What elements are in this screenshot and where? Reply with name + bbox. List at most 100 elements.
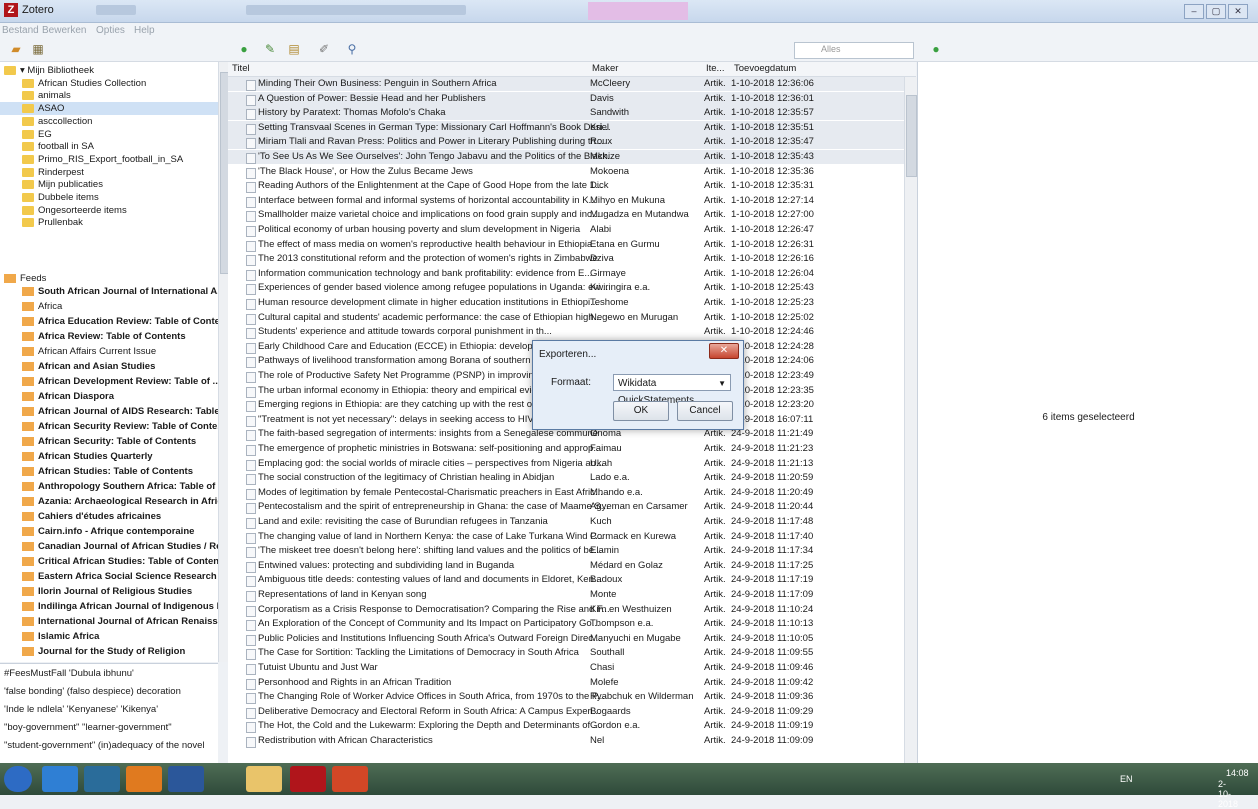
item-row[interactable]: Setting Transvaal Scenes in German Type:…	[228, 120, 904, 135]
feed-item[interactable]: South African Journal of International A…	[0, 285, 218, 298]
clock-date[interactable]: 2-10-2018	[1218, 779, 1238, 809]
collection-item[interactable]: African Studies Collection	[0, 77, 218, 90]
item-row[interactable]: 'The miskeet tree doesn't belong here': …	[228, 544, 904, 559]
feed-item[interactable]: Journal for the Study of Religion	[0, 645, 218, 658]
item-row[interactable]: Information communication technology and…	[228, 267, 904, 281]
item-row[interactable]: Ambiguous title deeds: contesting values…	[228, 573, 904, 588]
menu-bewerken[interactable]: Bewerken	[42, 25, 86, 36]
feed-item[interactable]: Canadian Journal of African Studies / Re…	[0, 540, 218, 553]
feed-item[interactable]: Anthropology Southern Africa: Table of .…	[0, 480, 218, 493]
explorer-icon[interactable]	[246, 766, 282, 792]
item-row[interactable]: 'The Black House', or How the Zulus Beca…	[228, 165, 904, 179]
item-row[interactable]: Students' experience and attitude toward…	[228, 325, 904, 340]
scrollbar-thumb[interactable]	[906, 95, 917, 177]
item-row[interactable]: Redistribution with African Characterist…	[228, 734, 904, 748]
collection-item[interactable]: animals	[0, 89, 218, 102]
feed-item[interactable]: African Diaspora	[0, 390, 218, 403]
outlook-icon[interactable]	[126, 766, 162, 792]
item-row[interactable]: The 2013 constitutional reform and the p…	[228, 252, 904, 267]
item-row[interactable]: Tutuist Ubuntu and Just War Chasi Artik...…	[228, 661, 904, 675]
feed-item[interactable]: Azania: Archaeological Research in Afric…	[0, 495, 218, 508]
item-row[interactable]: The social construction of the legitimac…	[228, 471, 904, 486]
item-row[interactable]: An Exploration of the Concept of Communi…	[228, 617, 904, 632]
tag-row[interactable]: 'false bonding' (falso despiece) decorat…	[4, 686, 181, 697]
item-row[interactable]: Experiences of gender based violence amo…	[228, 281, 904, 296]
item-row[interactable]: Pentecostalism and the spirit of entrepr…	[228, 500, 904, 515]
feed-item[interactable]: International Journal of African Renaiss…	[0, 615, 218, 628]
collection-item[interactable]: ASAO	[0, 102, 218, 116]
collection-item[interactable]: asccollection	[0, 115, 218, 128]
library-root[interactable]: ▾ Mijn Bibliotheek	[0, 64, 218, 77]
item-row[interactable]: Public Policies and Institutions Influen…	[228, 632, 904, 646]
column-title[interactable]: Titel	[232, 63, 250, 74]
start-button-icon[interactable]	[4, 766, 32, 792]
feed-item[interactable]: Cahiers d'études africaines	[0, 510, 218, 523]
clock-time[interactable]: 14:08	[1226, 768, 1249, 778]
collection-item[interactable]: Rinderpest	[0, 166, 218, 179]
attachment-icon[interactable]: ✐	[316, 42, 332, 57]
item-row[interactable]: Cultural capital and students' academic …	[228, 311, 904, 325]
dialog-close-button[interactable]: ✕	[709, 343, 739, 359]
ie-icon[interactable]	[42, 766, 78, 792]
library-actions-icon[interactable]: ▦	[30, 42, 46, 57]
feed-item[interactable]: African Studies Quarterly	[0, 450, 218, 463]
maximize-button[interactable]: ▢	[1206, 4, 1226, 19]
item-row[interactable]: The Changing Role of Worker Advice Offic…	[228, 690, 904, 705]
special-collection-item[interactable]: Prullenbak	[0, 216, 218, 229]
add-by-identifier-icon[interactable]: ✎	[262, 42, 278, 57]
item-row[interactable]: The Hot, the Cold and the Lukewarm: Expl…	[228, 719, 904, 734]
item-row[interactable]: Personhood and Rights in an African Trad…	[228, 676, 904, 690]
feed-item[interactable]: African Development Review: Table of ...	[0, 375, 218, 388]
format-select[interactable]: Wikidata QuickStatements ▼	[613, 374, 731, 406]
item-row[interactable]: Political economy of urban housing pover…	[228, 223, 904, 237]
media-player-icon[interactable]	[84, 766, 120, 792]
close-button[interactable]: ✕	[1228, 4, 1248, 19]
cancel-button[interactable]: Cancel	[677, 401, 733, 421]
item-row[interactable]: The emergence of prophetic ministries in…	[228, 442, 904, 456]
collection-item[interactable]: football in SA	[0, 140, 218, 153]
menu-help[interactable]: Help	[134, 25, 155, 36]
zotero-task-icon[interactable]	[290, 766, 326, 792]
feed-item[interactable]: Cairn.info - Afrique contemporaine	[0, 525, 218, 538]
feed-item[interactable]: African Studies: Table of Contents	[0, 465, 218, 478]
item-row[interactable]: Corporatism as a Crisis Response to Demo…	[228, 603, 904, 617]
new-note-icon[interactable]: ▤	[286, 42, 302, 57]
sync-icon[interactable]: ●	[928, 42, 944, 57]
language-indicator[interactable]: EN	[1120, 774, 1133, 784]
items-scrollbar[interactable]	[904, 77, 917, 763]
tag-row[interactable]: "boy-government" "learner-government"	[4, 722, 172, 733]
feed-item[interactable]: Ilorin Journal of Religious Studies	[0, 585, 218, 598]
item-row[interactable]: Miriam Tlali and Ravan Press: Politics a…	[228, 135, 904, 150]
special-collection-item[interactable]: Ongesorteerde items	[0, 204, 218, 217]
item-row[interactable]: The Case for Sortition: Tackling the Lim…	[228, 646, 904, 661]
feed-item[interactable]: Africa Education Review: Table of Conte.…	[0, 315, 218, 328]
menu-opties[interactable]: Opties	[96, 25, 125, 36]
item-row[interactable]: Deliberative Democracy and Electoral Ref…	[228, 705, 904, 719]
feed-item[interactable]: Critical African Studies: Table of Conte…	[0, 555, 218, 568]
item-row[interactable]: Reading Authors of the Enlightenment at …	[228, 179, 904, 194]
item-row[interactable]: The effect of mass media on women's repr…	[228, 238, 904, 252]
item-row[interactable]: Entwined values: protecting and subdivid…	[228, 559, 904, 573]
tag-row[interactable]: #FeesMustFall 'Dubula ibhunu'	[4, 668, 134, 679]
feed-item[interactable]: African Security Review: Table of Conte.…	[0, 420, 218, 433]
powerpoint-icon[interactable]	[332, 766, 368, 792]
word-icon[interactable]	[168, 766, 204, 792]
search-input[interactable]: Alles	[794, 42, 914, 59]
item-row[interactable]: Smallholder maize varietal choice and im…	[228, 208, 904, 223]
item-row[interactable]: 'To See Us As We See Ourselves': John Te…	[228, 150, 904, 164]
item-row[interactable]: Minding Their Own Business: Penguin in S…	[228, 77, 904, 91]
new-item-icon[interactable]: ●	[236, 42, 252, 57]
new-collection-icon[interactable]: ▰	[8, 42, 24, 57]
item-row[interactable]: Emplacing god: the social worlds of mira…	[228, 457, 904, 471]
minimize-button[interactable]: –	[1184, 4, 1204, 19]
feed-item[interactable]: African Journal of AIDS Research: Table …	[0, 405, 218, 418]
tag-row[interactable]: 'Inde le ndlela' 'Kenyanese' 'Kikenya'	[4, 704, 158, 715]
item-row[interactable]: History by Paratext: Thomas Mofolo's Cha…	[228, 106, 904, 121]
item-row[interactable]: A Question of Power: Bessie Head and her…	[228, 91, 904, 106]
column-date-added[interactable]: Toevoegdatum	[734, 63, 796, 74]
tag-row[interactable]: "student-government" (in)adequacy of the…	[4, 740, 205, 751]
menu-bestand[interactable]: Bestand	[2, 25, 39, 36]
item-row[interactable]: Interface between formal and informal sy…	[228, 194, 904, 208]
feeds-header[interactable]: Feeds	[0, 272, 218, 285]
column-creator[interactable]: Maker	[592, 63, 618, 74]
